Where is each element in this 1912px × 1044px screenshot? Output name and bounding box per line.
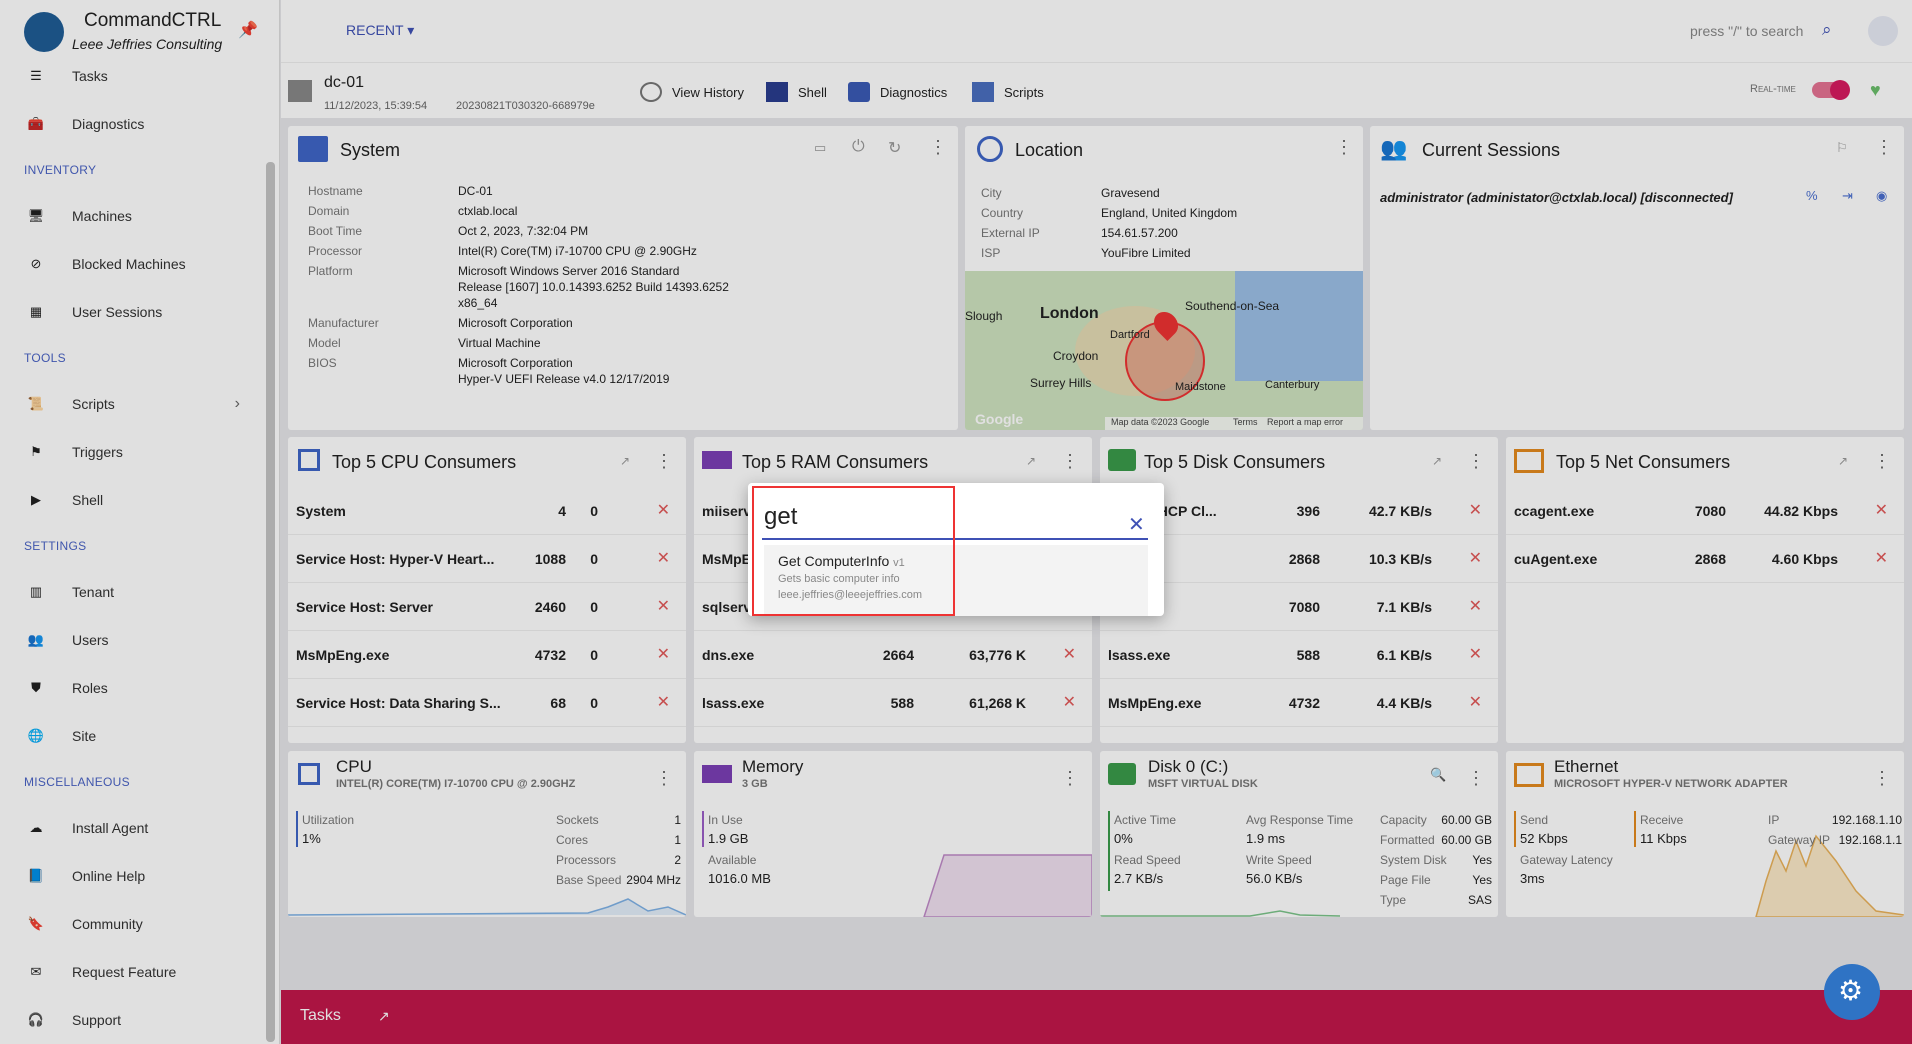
- highlight-box: [752, 486, 955, 616]
- settings-fab[interactable]: ⚙: [1824, 964, 1880, 1020]
- gear-icon: ⚙: [1838, 975, 1864, 1006]
- clear-icon[interactable]: ✕: [1128, 512, 1145, 537]
